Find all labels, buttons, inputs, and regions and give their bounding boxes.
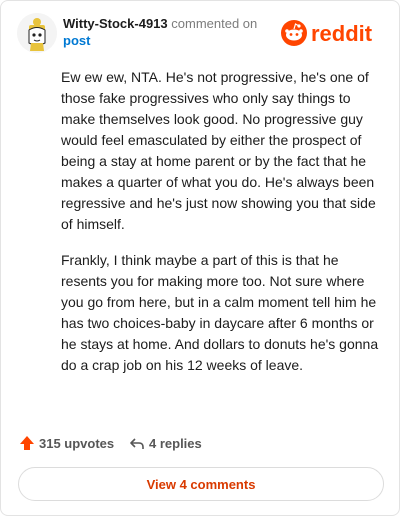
reply-arrow-icon[interactable] (129, 436, 145, 455)
upvote-count[interactable]: 315 upvotes (39, 436, 114, 451)
upvote-arrow-icon[interactable] (19, 435, 35, 454)
comment-actions: 315 upvotes 4 replies (19, 433, 379, 455)
commented-on-text: commented on (171, 16, 258, 31)
comment-meta: Witty-Stock-4913 commented on post (63, 16, 257, 49)
avatar-illustration (17, 13, 57, 53)
reddit-logo[interactable]: reddit (281, 19, 385, 47)
comment-paragraph: Ew ew ew, NTA. He's not progressive, he'… (61, 69, 376, 232)
comment-card: Witty-Stock-4913 commented on post reddi… (0, 0, 400, 516)
post-link[interactable]: post (63, 33, 257, 49)
reply-count[interactable]: 4 replies (149, 436, 202, 451)
reddit-logo-icon: reddit (281, 20, 373, 46)
username[interactable]: Witty-Stock-4913 (63, 16, 168, 31)
comment-paragraph: Frankly, I think maybe a part of this is… (61, 252, 379, 373)
avatar[interactable] (17, 13, 57, 53)
comment-body: Ew ew ew, NTA. He's not progressive, he'… (61, 67, 381, 391)
comment-header: Witty-Stock-4913 commented on post reddi… (17, 13, 385, 53)
view-comments-button[interactable]: View 4 comments (18, 467, 384, 501)
reddit-logo-text: reddit (311, 21, 373, 46)
